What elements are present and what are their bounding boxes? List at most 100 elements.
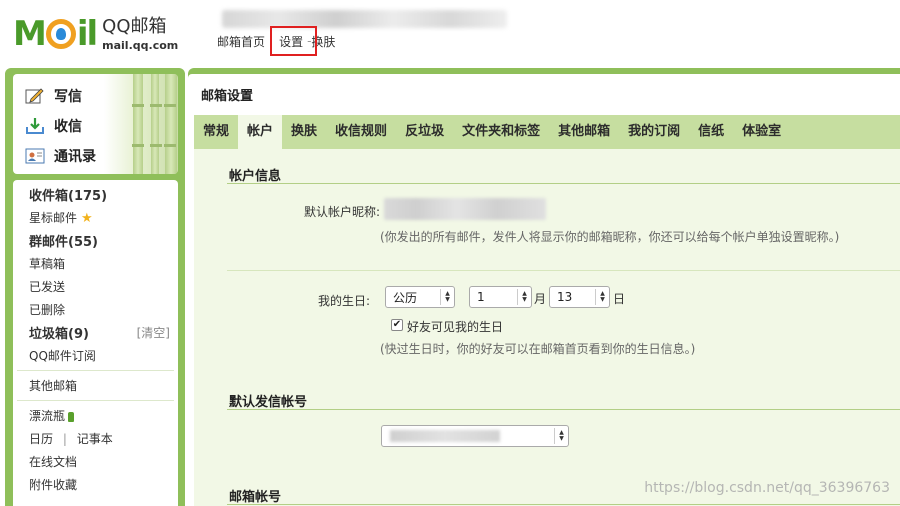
bamboo-decoration bbox=[150, 74, 162, 174]
birthday-visible-checkbox[interactable]: ✔ bbox=[391, 319, 403, 331]
notes-link[interactable]: 记事本 bbox=[77, 432, 113, 446]
contacts-icon bbox=[25, 147, 45, 165]
folder-starred[interactable]: 星标邮件 ★ bbox=[13, 206, 178, 229]
folder-attachments-label: 附件收藏 bbox=[29, 478, 78, 492]
compose-label: 写信 bbox=[54, 89, 82, 105]
folder-group[interactable]: 群邮件(55) bbox=[13, 229, 178, 252]
row-divider bbox=[227, 270, 900, 271]
contacts-button[interactable]: 通讯录 bbox=[25, 146, 96, 166]
select-arrows-icon: ▲ ▼ bbox=[554, 428, 568, 444]
tab-general[interactable]: 常规 bbox=[194, 115, 238, 149]
section-default-sender: 默认发信帐号 bbox=[229, 395, 308, 410]
birth-day-value: 13 bbox=[557, 290, 573, 304]
calendar-notes-separator: | bbox=[62, 432, 67, 446]
folder-subscribe[interactable]: QQ邮件订阅 bbox=[13, 344, 178, 367]
section-mail-account: 邮箱帐号 bbox=[229, 490, 282, 505]
blurred-sender-account bbox=[390, 430, 500, 442]
folder-starred-label: 星标邮件 bbox=[29, 211, 78, 225]
logo-title: QQ邮箱 bbox=[102, 15, 167, 37]
bottle-icon bbox=[68, 411, 75, 422]
folder-calendar-notes: 日历 | 记事本 bbox=[13, 427, 178, 450]
folder-deleted-label: 已删除 bbox=[29, 303, 66, 317]
section-divider bbox=[227, 504, 900, 505]
folder-inbox-label: 收件箱(175) bbox=[29, 189, 108, 204]
calendar-type-select[interactable]: 公历 ▲ ▼ bbox=[385, 286, 455, 308]
compose-button[interactable]: 写信 bbox=[25, 86, 82, 106]
bamboo-decoration bbox=[132, 74, 144, 174]
folder-subscribe-label: QQ邮件订阅 bbox=[29, 349, 96, 363]
folder-docs[interactable]: 在线文档 bbox=[13, 450, 178, 473]
folder-deleted[interactable]: 已删除 bbox=[13, 298, 178, 321]
tab-filter-rules[interactable]: 收信规则 bbox=[326, 115, 396, 149]
account-settings-panel: 帐户信息 默认帐户昵称: (你发出的所有邮件，发件人将显示你的邮箱昵称，你还可以… bbox=[194, 149, 900, 506]
settings-tabs: 常规 帐户 换肤 收信规则 反垃圾 文件夹和标签 其他邮箱 我的订阅 信纸 体验… bbox=[194, 115, 900, 149]
quick-actions-panel: 写信 收信 通讯录 bbox=[13, 74, 178, 174]
tab-other-mailbox[interactable]: 其他邮箱 bbox=[549, 115, 619, 149]
folder-bottle[interactable]: 漂流瓶 bbox=[13, 404, 178, 427]
birthday-visible-label: 好友可见我的生日 bbox=[407, 320, 504, 334]
section-account-info: 帐户信息 bbox=[229, 169, 282, 184]
clear-spam-link[interactable]: [清空] bbox=[137, 324, 170, 341]
watermark: https://blog.csdn.net/qq_36396763 bbox=[644, 480, 890, 496]
birth-month-select[interactable]: 1 ▲ ▼ bbox=[469, 286, 532, 308]
folder-divider bbox=[17, 370, 174, 371]
blurred-account-name bbox=[222, 10, 507, 28]
logo-o-icon bbox=[45, 19, 76, 49]
tab-stationery[interactable]: 信纸 bbox=[689, 115, 733, 149]
folder-attachments[interactable]: 附件收藏 bbox=[13, 473, 178, 496]
settings-container: 邮箱设置 常规 帐户 换肤 收信规则 反垃圾 文件夹和标签 其他邮箱 我的订阅 … bbox=[188, 74, 900, 506]
folder-other-mailbox[interactable]: 其他邮箱 bbox=[13, 374, 178, 397]
receive-button[interactable]: 收信 bbox=[25, 116, 82, 136]
sidebar: 写信 收信 通讯录 收件箱(175) 星标邮件 ★ 群邮件(55) 草稿箱 已发送… bbox=[5, 68, 185, 506]
folder-inbox[interactable]: 收件箱(175) bbox=[13, 183, 178, 206]
folder-group-label: 群邮件(55) bbox=[29, 235, 98, 250]
folder-docs-label: 在线文档 bbox=[29, 455, 78, 469]
contacts-label: 通讯录 bbox=[54, 149, 96, 165]
logo-url: mail.qq.com bbox=[102, 38, 179, 52]
star-icon: ★ bbox=[81, 211, 93, 226]
tab-anti-spam[interactable]: 反垃圾 bbox=[396, 115, 453, 149]
section-divider bbox=[227, 409, 900, 410]
settings-highlight-box bbox=[270, 26, 317, 56]
folder-sent-label: 已发送 bbox=[29, 280, 66, 294]
tab-folders-labels[interactable]: 文件夹和标签 bbox=[453, 115, 549, 149]
folder-drafts[interactable]: 草稿箱 bbox=[13, 252, 178, 275]
folder-other-label: 其他邮箱 bbox=[29, 379, 78, 393]
calendar-link[interactable]: 日历 bbox=[29, 432, 53, 446]
folder-spam-label: 垃圾箱(9) bbox=[29, 327, 89, 342]
tab-account[interactable]: 帐户 bbox=[238, 115, 283, 149]
calendar-type-value: 公历 bbox=[393, 290, 418, 305]
header: Mil QQ邮箱 mail.qq.com 邮箱首页 | 设置 - 换肤 bbox=[0, 0, 900, 66]
nav-home-link[interactable]: 邮箱首页 bbox=[217, 33, 265, 50]
nickname-input[interactable] bbox=[384, 198, 546, 220]
inbox-download-icon bbox=[25, 117, 45, 135]
folder-list: 收件箱(175) 星标邮件 ★ 群邮件(55) 草稿箱 已发送 已删除 垃圾箱(9… bbox=[13, 180, 178, 506]
tab-lab[interactable]: 体验室 bbox=[733, 115, 790, 149]
main-area: 邮箱设置 常规 帐户 换肤 收信规则 反垃圾 文件夹和标签 其他邮箱 我的订阅 … bbox=[188, 68, 900, 506]
month-unit: 月 bbox=[534, 292, 547, 306]
folder-sent[interactable]: 已发送 bbox=[13, 275, 178, 298]
birthday-hint: (快过生日时，你的好友可以在邮箱首页看到你的生日信息。) bbox=[380, 342, 696, 356]
birth-month-value: 1 bbox=[477, 290, 485, 304]
tab-skin[interactable]: 换肤 bbox=[282, 115, 326, 149]
section-divider bbox=[227, 183, 900, 184]
folder-divider bbox=[17, 400, 174, 401]
bamboo-decoration bbox=[164, 74, 177, 174]
birth-day-select[interactable]: 13 ▲ ▼ bbox=[549, 286, 610, 308]
tab-subscriptions[interactable]: 我的订阅 bbox=[619, 115, 689, 149]
select-arrows-icon: ▲ ▼ bbox=[517, 289, 531, 305]
folder-spam[interactable]: 垃圾箱(9) [清空] bbox=[13, 321, 178, 344]
folder-drafts-label: 草稿箱 bbox=[29, 257, 66, 271]
compose-icon bbox=[25, 87, 45, 105]
select-arrows-icon: ▲ ▼ bbox=[595, 289, 609, 305]
nickname-hint: (你发出的所有邮件，发件人将显示你的邮箱昵称，你还可以给每个帐户单独设置昵称。) bbox=[380, 230, 840, 244]
receive-label: 收信 bbox=[54, 119, 82, 135]
qq-mail-logo[interactable]: Mil QQ邮箱 mail.qq.com bbox=[13, 14, 178, 54]
default-sender-select[interactable]: ▲ ▼ bbox=[381, 425, 569, 447]
birthday-label: 我的生日: bbox=[317, 294, 370, 308]
day-unit: 日 bbox=[613, 292, 626, 306]
folder-bottle-label: 漂流瓶 bbox=[29, 409, 66, 423]
logo-wordmark: Mil bbox=[13, 14, 98, 54]
select-arrows-icon: ▲ ▼ bbox=[440, 289, 454, 305]
nickname-label: 默认帐户昵称: bbox=[303, 205, 380, 219]
